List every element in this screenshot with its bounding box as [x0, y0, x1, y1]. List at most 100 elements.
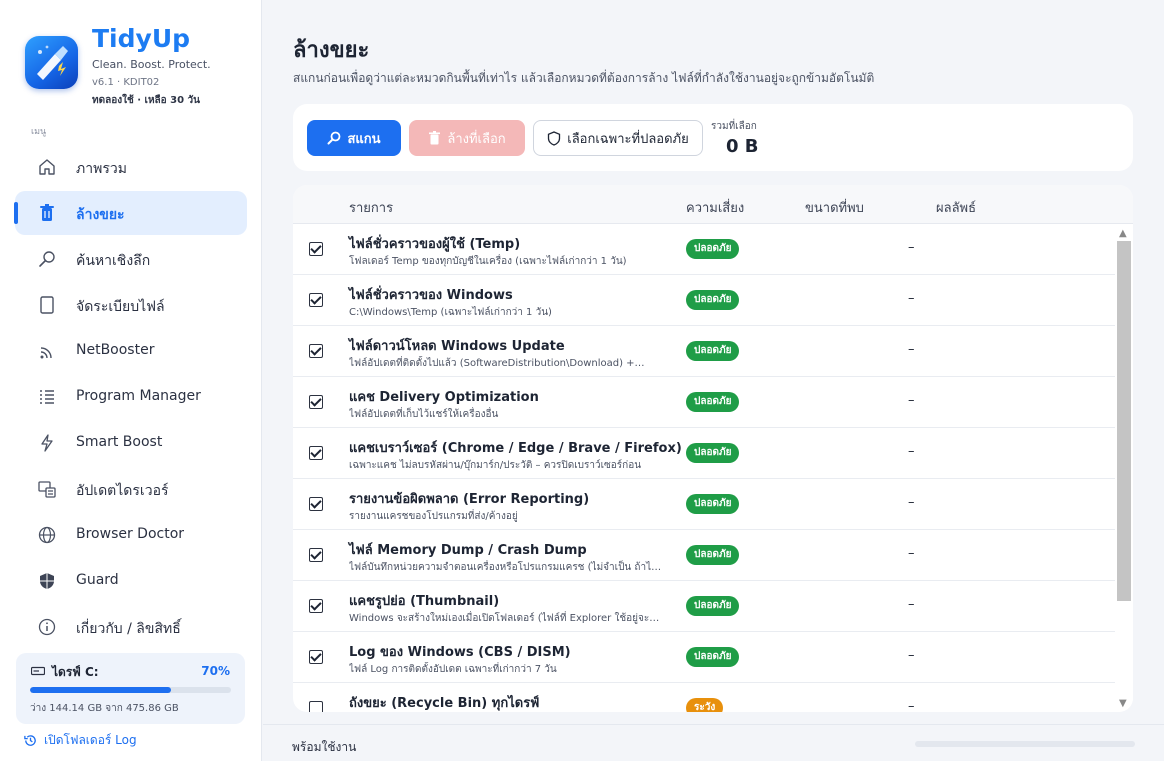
- sidebar-item-program-manager[interactable]: Program Manager: [15, 375, 247, 419]
- shield-icon: [40, 573, 54, 589]
- row-title: Log ของ Windows (CBS / DISM): [349, 645, 571, 660]
- scroll-thumb[interactable]: [1117, 241, 1131, 601]
- sidebar-item-label: Guard: [76, 572, 119, 588]
- row-checkbox[interactable]: [309, 344, 323, 358]
- row-title: รายงานข้อผิดพลาด (Error Reporting): [349, 492, 590, 507]
- status-progress-bar: [915, 741, 1135, 747]
- history-icon: [24, 735, 36, 746]
- list-icon: [40, 390, 54, 404]
- risk-badge: ระวัง: [686, 698, 724, 712]
- home-icon: [39, 159, 55, 175]
- drive-icon: [31, 666, 45, 676]
- status-bar: พร้อมใช้งาน: [263, 724, 1164, 761]
- scroll-down-arrow-icon[interactable]: ▼: [1119, 698, 1127, 709]
- junk-category-table: รายการ ความเสี่ยง ขนาดที่พบ ผลลัพธ์ ไฟล์…: [293, 185, 1133, 712]
- sidebar-item-label: อัปเดตไดรเวอร์: [76, 483, 169, 499]
- sidebar-item-organize-files[interactable]: จัดระเบียบไฟล์: [15, 283, 247, 327]
- driver-icon: [38, 481, 56, 498]
- table-scrollbar[interactable]: ▲ ▼: [1115, 224, 1133, 712]
- row-description: C:\Windows\Temp (เฉพาะไฟล์เก่ากว่า 1 วัน…: [349, 307, 552, 318]
- row-checkbox[interactable]: [309, 548, 323, 562]
- table-row[interactable]: Log ของ Windows (CBS / DISM) ไฟล์ Log การ…: [293, 632, 1115, 683]
- row-checkbox[interactable]: [309, 701, 323, 712]
- row-checkbox[interactable]: [309, 242, 323, 256]
- row-size: –: [908, 546, 915, 561]
- globe-icon: [38, 526, 56, 544]
- clean-selected-label: ล้างที่เลือก: [447, 131, 506, 147]
- row-checkbox[interactable]: [309, 599, 323, 613]
- sidebar-item-label: ภาพรวม: [76, 161, 127, 177]
- row-size: –: [908, 699, 915, 712]
- column-header-size[interactable]: ขนาดที่พบ: [805, 197, 864, 218]
- trial-status: ทดลองใช้ · เหลือ 30 วัน: [92, 95, 201, 106]
- drive-free-space: ว่าง 144.14 GB จาก 475.86 GB: [30, 703, 179, 714]
- scroll-up-arrow-icon[interactable]: ▲: [1119, 228, 1127, 239]
- sidebar-item-browser-doctor[interactable]: Browser Doctor: [15, 513, 247, 557]
- column-header-item[interactable]: รายการ: [349, 197, 393, 218]
- lightning-icon: [41, 434, 53, 452]
- sidebar-item-label: ค้นหาเชิงลึก: [76, 253, 151, 269]
- row-size: –: [908, 648, 915, 663]
- row-title: ไฟล์ดาวน์โหลด Windows Update: [349, 339, 565, 354]
- file-icon: [40, 296, 54, 314]
- table-row[interactable]: ถังขยะ (Recycle Bin) ทุกไดรฟ์ ระวัง –: [293, 683, 1115, 712]
- shield-icon: [548, 130, 561, 146]
- sidebar-item-about[interactable]: เกี่ยวกับ / ลิขสิทธิ์: [15, 605, 247, 649]
- sidebar-item-label: จัดระเบียบไฟล์: [76, 299, 165, 315]
- sidebar-item-guard[interactable]: Guard: [15, 559, 247, 603]
- row-checkbox[interactable]: [309, 497, 323, 511]
- sidebar-item-netbooster[interactable]: NetBooster: [15, 329, 247, 373]
- select-safe-only-button[interactable]: เลือกเฉพาะที่ปลอดภัย: [533, 120, 703, 156]
- row-title: ไฟล์ชั่วคราวของ Windows: [349, 288, 513, 303]
- drive-label: ไดรฟ์ C:: [52, 665, 99, 679]
- sidebar-item-overview[interactable]: ภาพรวม: [15, 145, 247, 189]
- search-icon: [39, 251, 55, 267]
- menu-label: เมนู: [31, 127, 47, 137]
- sidebar-item-label: Browser Doctor: [76, 526, 185, 542]
- drive-usage-fill: [30, 687, 171, 693]
- sidebar-item-smart-boost[interactable]: Smart Boost: [15, 421, 247, 465]
- row-checkbox[interactable]: [309, 395, 323, 409]
- scan-button[interactable]: สแกน: [307, 120, 401, 156]
- table-row[interactable]: ไฟล์ชั่วคราวของผู้ใช้ (Temp) โฟลเดอร์ Tem…: [293, 224, 1115, 275]
- clean-selected-button[interactable]: ล้างที่เลือก: [409, 120, 525, 156]
- open-log-folder-link[interactable]: เปิดโฟลเดอร์ Log: [23, 731, 137, 750]
- sidebar-item-clean-junk[interactable]: ล้างขยะ: [14, 191, 247, 235]
- trash-icon: [429, 131, 441, 145]
- table-row[interactable]: แคชรูปย่อ (Thumbnail) Windows จะสร้างใหม่…: [293, 581, 1115, 632]
- table-row[interactable]: แคชเบราว์เซอร์ (Chrome / Edge / Brave / …: [293, 428, 1115, 479]
- risk-badge: ปลอดภัย: [686, 239, 740, 259]
- row-title: แคช Delivery Optimization: [349, 390, 539, 405]
- table-row[interactable]: ไฟล์ดาวน์โหลด Windows Update ไฟล์อัปเดตที…: [293, 326, 1115, 377]
- table-row[interactable]: ไฟล์ Memory Dump / Crash Dump ไฟล์บันทึกห…: [293, 530, 1115, 581]
- row-size: –: [908, 240, 915, 255]
- sidebar-item-label: Program Manager: [76, 388, 201, 404]
- row-description: ไฟล์บันทึกหน่วยความจำตอนเครื่องหรือโปรแก…: [349, 562, 662, 573]
- column-header-result[interactable]: ผลลัพธ์: [936, 197, 976, 218]
- info-icon: [38, 618, 56, 636]
- row-description: รายงานแครชของโปรแกรมที่ส่ง/ค้างอยู่: [349, 511, 518, 522]
- wifi-signal-icon: [40, 347, 52, 359]
- row-size: –: [908, 291, 915, 306]
- table-row[interactable]: แคช Delivery Optimization ไฟล์อัปเดตที่เก…: [293, 377, 1115, 428]
- page-subtitle: สแกนก่อนเพื่อดูว่าแต่ละหมวดกินพื้นที่เท่…: [293, 71, 875, 85]
- row-checkbox[interactable]: [309, 650, 323, 664]
- sidebar-item-deep-search[interactable]: ค้นหาเชิงลึก: [15, 237, 247, 281]
- row-title: แคชเบราว์เซอร์ (Chrome / Edge / Brave / …: [349, 441, 682, 456]
- toolbar: สแกน ล้างที่เลือก เลือกเฉพาะที่ปลอดภัย ร…: [293, 104, 1133, 171]
- row-description: โฟลเดอร์ Temp ของทุกบัญชีในเครื่อง (เฉพา…: [349, 256, 627, 267]
- column-header-risk[interactable]: ความเสี่ยง: [686, 197, 744, 218]
- app-version: v6.1 · KDIT02: [92, 77, 160, 88]
- sidebar-item-driver-update[interactable]: อัปเดตไดรเวอร์: [15, 467, 247, 511]
- row-checkbox[interactable]: [309, 446, 323, 460]
- sidebar-item-label: Smart Boost: [76, 434, 163, 450]
- app-tagline: Clean. Boost. Protect.: [92, 58, 211, 71]
- sidebar-item-label: NetBooster: [76, 342, 155, 358]
- table-row[interactable]: รายงานข้อผิดพลาด (Error Reporting) รายงาน…: [293, 479, 1115, 530]
- risk-badge: ปลอดภัย: [686, 647, 740, 667]
- table-row[interactable]: ไฟล์ชั่วคราวของ Windows C:\Windows\Temp (…: [293, 275, 1115, 326]
- selected-total-value: 0 B: [726, 136, 759, 157]
- row-checkbox[interactable]: [309, 293, 323, 307]
- row-description: ไฟล์อัปเดตที่เก็บไว้แชร์ให้เครื่องอื่น: [349, 409, 499, 420]
- sidebar-nav: ภาพรวม ล้างขยะ ค้นหาเชิงลึก จัดระเบียบไฟ…: [14, 145, 247, 651]
